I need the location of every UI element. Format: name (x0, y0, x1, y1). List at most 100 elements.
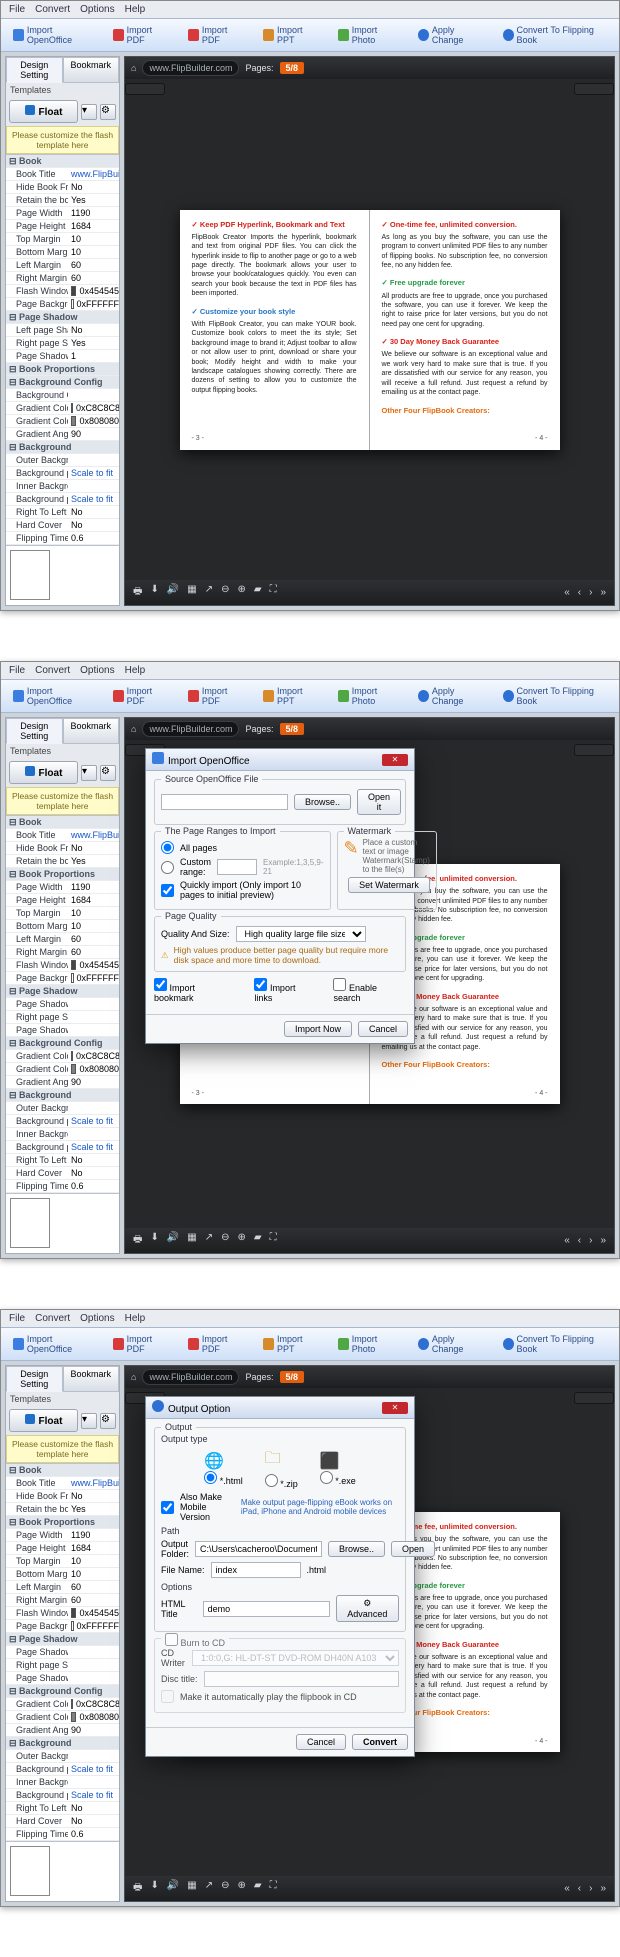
fullscreen-icon[interactable]: ⛶ (270, 584, 277, 601)
property-value[interactable]: 10 (68, 921, 119, 931)
property-value[interactable]: 0x808080 (68, 1712, 119, 1722)
last-page-icon[interactable]: » (600, 1235, 606, 1246)
property-value[interactable]: 0.6 (68, 533, 119, 543)
all-pages-radio[interactable] (161, 841, 174, 854)
property-group[interactable]: ⊟ Background (6, 1089, 119, 1102)
template-settings-button[interactable]: ⚙ (100, 104, 116, 120)
file-name-input[interactable] (211, 1562, 301, 1578)
property-row[interactable]: Background positionScale to fit (6, 1141, 119, 1154)
menu-options[interactable]: Options (80, 4, 114, 15)
burn-cd-checkbox[interactable] (165, 1633, 178, 1646)
convert-button[interactable]: Convert (352, 1734, 408, 1750)
zoom-in-icon[interactable]: ⊕ (238, 1232, 246, 1249)
property-row[interactable]: Page Shadow Opacity1 (6, 350, 119, 363)
property-row[interactable]: Gradient Color A0xC8C8C8 (6, 402, 119, 415)
toolbar-convert[interactable]: Convert To Flipping Book (497, 22, 613, 48)
property-value[interactable]: No (68, 1491, 119, 1501)
toolbar-apply-change[interactable]: Apply Change (412, 683, 489, 709)
share-icon[interactable]: ↗ (205, 584, 213, 601)
toolbar-import-pdf[interactable]: Import PDF (107, 683, 174, 709)
property-row[interactable]: Retain the book to centerYes (6, 194, 119, 207)
property-row[interactable]: Outer Background File (6, 1750, 119, 1763)
property-group[interactable]: ⊟ Book (6, 1464, 119, 1477)
property-row[interactable]: Hard CoverNo (6, 1167, 119, 1180)
property-row[interactable]: Page Height1684 (6, 220, 119, 233)
property-value[interactable]: 0xC8C8C8 (68, 1051, 119, 1061)
tab-design-setting[interactable]: Design Setting (6, 57, 63, 83)
tab-bookmark[interactable]: Bookmark (63, 718, 120, 744)
thumbnails-icon[interactable]: ▦ (187, 584, 196, 601)
property-value[interactable]: Scale to fit (68, 1142, 119, 1152)
property-value[interactable]: 0xFFFFFF (68, 299, 119, 309)
toolbar-import-openoffice[interactable]: Import OpenOffice (7, 1331, 99, 1357)
property-value[interactable]: 0xFFFFFF (68, 973, 119, 983)
import-now-button[interactable]: Import Now (284, 1021, 352, 1037)
property-row[interactable]: Background positionScale to fit (6, 1789, 119, 1802)
zoom-out-icon[interactable]: ⊖ (221, 584, 229, 601)
property-row[interactable]: Page Background Color0xFFFFFF (6, 298, 119, 311)
property-group[interactable]: ⊟ Book (6, 816, 119, 829)
property-value[interactable]: 1190 (68, 208, 119, 218)
property-group[interactable]: ⊟ Page Shadow (6, 311, 119, 324)
property-row[interactable]: Page Shadow (6, 998, 119, 1011)
property-row[interactable]: Hide Book Frame BarNo (6, 181, 119, 194)
home-icon[interactable]: ⌂ (131, 63, 136, 73)
property-value[interactable]: 60 (68, 947, 119, 957)
property-row[interactable]: Page Background Color0xFFFFFF (6, 972, 119, 985)
property-row[interactable]: Top Margin10 (6, 1555, 119, 1568)
first-page-icon[interactable]: « (564, 587, 570, 598)
html-title-input[interactable] (203, 1601, 330, 1617)
property-value[interactable]: 0x454545 (68, 286, 119, 296)
property-row[interactable]: Retain the book to centerYes (6, 855, 119, 868)
template-float-button[interactable]: Float (9, 761, 78, 784)
property-row[interactable]: Outer Background File (6, 1102, 119, 1115)
fullscreen-icon[interactable]: ⛶ (270, 1232, 277, 1249)
tab-design-setting[interactable]: Design Setting (6, 1366, 63, 1392)
property-group[interactable]: ⊟ Background Config (6, 376, 119, 389)
toolbar-apply-change[interactable]: Apply Change (412, 22, 489, 48)
toolbar-import-ppt[interactable]: Import PPT (257, 1331, 324, 1357)
property-row[interactable]: Top Margin10 (6, 233, 119, 246)
property-value[interactable]: 1 (68, 351, 119, 361)
toolbar-import-pdf[interactable]: Import PDF (107, 1331, 174, 1357)
property-group[interactable]: ⊟ Background Config (6, 1037, 119, 1050)
zoom-out-icon[interactable]: ⊖ (221, 1880, 229, 1897)
share-button-right[interactable] (574, 744, 614, 756)
property-value[interactable]: 60 (68, 260, 119, 270)
toolbar-import-pdf-2[interactable]: Import PDF (182, 683, 249, 709)
template-settings-button[interactable]: ⚙ (100, 1413, 116, 1429)
property-row[interactable]: Inner Background File (6, 1776, 119, 1789)
advanced-button[interactable]: ⚙ Advanced (336, 1595, 399, 1622)
property-row[interactable]: Right Margin60 (6, 946, 119, 959)
property-row[interactable]: Bottom Margin10 (6, 246, 119, 259)
property-row[interactable]: Left Margin60 (6, 259, 119, 272)
property-row[interactable]: Background positionScale to fit (6, 493, 119, 506)
close-icon[interactable]: ✕ (382, 754, 408, 766)
property-value[interactable]: 0x808080 (68, 416, 119, 426)
property-row[interactable]: Hard CoverNo (6, 1815, 119, 1828)
property-value[interactable]: No (68, 1803, 119, 1813)
template-float-button[interactable]: Float (9, 1409, 78, 1432)
property-row[interactable]: Right Margin60 (6, 272, 119, 285)
property-row[interactable]: Inner Background File (6, 480, 119, 493)
property-value[interactable]: No (68, 325, 119, 335)
property-value[interactable]: www.FlipBuil... (68, 1478, 119, 1488)
property-row[interactable]: Page Shadow Opacity (6, 1024, 119, 1037)
import-links-checkbox[interactable] (254, 978, 267, 991)
first-page-icon[interactable]: « (564, 1235, 570, 1246)
property-value[interactable]: 90 (68, 429, 119, 439)
property-value[interactable]: 1684 (68, 1543, 119, 1553)
cancel-button[interactable]: Cancel (358, 1021, 408, 1037)
property-value[interactable]: 10 (68, 247, 119, 257)
property-row[interactable]: Page Width1190 (6, 881, 119, 894)
property-row[interactable]: Page Background Color0xFFFFFF (6, 1620, 119, 1633)
property-value[interactable]: No (68, 1155, 119, 1165)
toolbar-import-pdf-2[interactable]: Import PDF (182, 22, 249, 48)
property-row[interactable]: Page Width1190 (6, 207, 119, 220)
autoplay-icon[interactable]: ▰ (254, 584, 262, 601)
property-value[interactable]: Yes (68, 1504, 119, 1514)
property-row[interactable]: Retain the book to centerYes (6, 1503, 119, 1516)
property-value[interactable]: Scale to fit (68, 1764, 119, 1774)
toolbar-convert[interactable]: Convert To Flipping Book (497, 683, 613, 709)
property-row[interactable]: Book Titlewww.FlipBuil... (6, 829, 119, 842)
